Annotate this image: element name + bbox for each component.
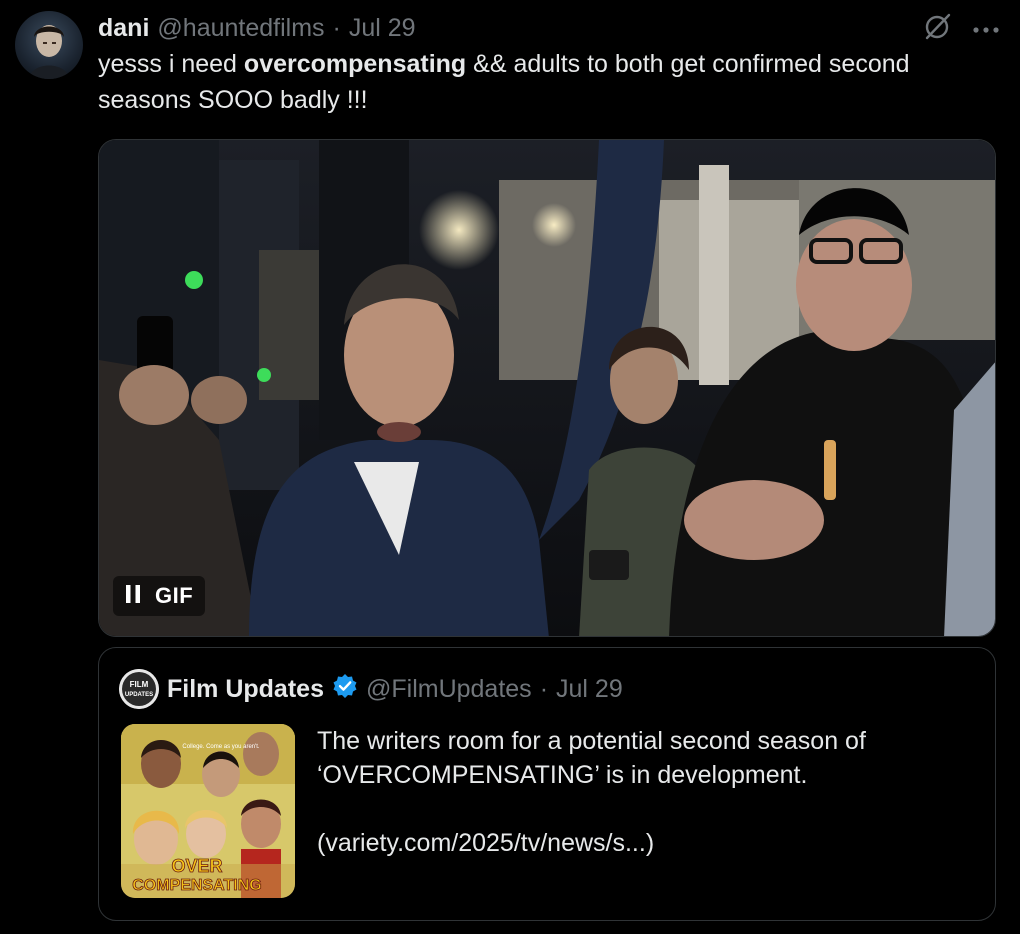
gif-label: GIF [155, 583, 194, 608]
author-handle[interactable]: @hauntedfilms [157, 14, 324, 43]
gif-controls: GIF [113, 576, 206, 616]
author-avatar[interactable] [15, 11, 83, 79]
more-icon[interactable] [972, 21, 1000, 39]
quoted-paragraph-2[interactable]: (variety.com/2025/tv/news/s...) [317, 826, 957, 860]
tweet-text: yesss i need overcompensating && adults … [98, 46, 998, 118]
poster-title-line1: OVER [171, 856, 222, 876]
quoted-avatar-line1: FILM [130, 680, 149, 689]
tweet-date[interactable]: Jul 29 [349, 14, 416, 43]
tweet-text-bold: overcompensating [243, 50, 467, 78]
pause-icon[interactable] [125, 584, 141, 609]
tweet-header: dani @hauntedfilms · Jul 29 [98, 10, 416, 46]
tweet[interactable]: dani @hauntedfilms · Jul 29 yesss i need… [0, 0, 1020, 934]
verified-badge-icon [332, 673, 358, 706]
quoted-tweet-text: The writers room for a potential second … [317, 724, 957, 860]
quoted-tweet-date[interactable]: Jul 29 [556, 675, 623, 704]
quoted-tweet[interactable]: FILM UPDATES Film Updates @FilmUpdates ·… [98, 647, 996, 921]
dot-separator: · [332, 13, 341, 42]
author-display-name[interactable]: dani [98, 14, 149, 43]
tweet-header-actions [922, 12, 1000, 47]
quoted-author-handle[interactable]: @FilmUpdates [366, 675, 532, 704]
gif-media[interactable]: GIF [98, 139, 996, 637]
quoted-author-avatar[interactable]: FILM UPDATES [119, 669, 159, 709]
tweet-text-before: yesss i need [98, 50, 244, 78]
quoted-tweet-header: FILM UPDATES Film Updates @FilmUpdates ·… [119, 668, 623, 710]
grok-icon[interactable] [922, 12, 952, 47]
quoted-media-thumbnail[interactable]: OVER COMPENSATING College. Come as you a… [121, 724, 295, 898]
quoted-dot-separator: · [539, 674, 549, 703]
poster-title-line2: COMPENSATING [132, 877, 261, 894]
poster-tagline: College. Come as you aren't. [182, 744, 260, 750]
gif-frame [99, 140, 995, 636]
quoted-avatar-line2: UPDATES [125, 692, 153, 698]
avatar-image [29, 25, 69, 79]
quoted-paragraph-1: The writers room for a potential second … [317, 727, 866, 789]
quoted-author-display-name[interactable]: Film Updates [167, 675, 324, 704]
